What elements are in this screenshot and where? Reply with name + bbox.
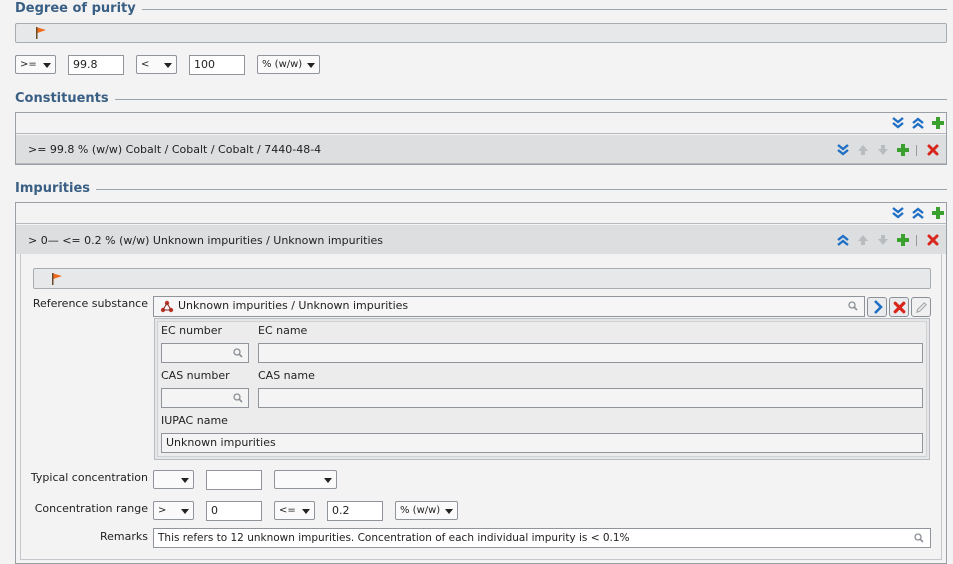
- typical-value-input[interactable]: [206, 470, 262, 490]
- ec-number-label: EC number: [161, 324, 223, 337]
- select-value: <=: [279, 505, 296, 516]
- select-value: % (w/w): [262, 59, 303, 70]
- move-down-icon[interactable]: [876, 233, 890, 247]
- constituent-summary: >= 99.8 % (w/w) Cobalt / Cobalt / Cobalt…: [28, 143, 322, 156]
- add-icon[interactable]: [896, 233, 910, 247]
- chevron-down-icon: [302, 509, 310, 514]
- iupac-name-field[interactable]: Unknown impurities: [161, 433, 923, 453]
- cas-name-label: CAS name: [258, 369, 315, 382]
- chevron-right-icon: [874, 300, 883, 314]
- select-value: <: [141, 59, 150, 70]
- delete-x-icon: [892, 300, 907, 315]
- separator: [916, 235, 917, 246]
- section-title-constituents: Constituents: [15, 91, 115, 107]
- chevron-down-icon: [43, 63, 51, 68]
- section-divider: [15, 9, 947, 10]
- typical-qualifier-select[interactable]: [153, 470, 194, 489]
- chevron-down-icon: [164, 63, 172, 68]
- range-lower-value-input[interactable]: 0: [206, 501, 262, 521]
- constituent-row[interactable]: >= 99.8 % (w/w) Cobalt / Cobalt / Cobalt…: [16, 135, 946, 164]
- delete-icon[interactable]: [926, 143, 940, 157]
- cas-number-field[interactable]: [161, 388, 249, 408]
- remarks-field[interactable]: This refers to 12 unknown impurities. Co…: [153, 528, 931, 548]
- purity-lower-qualifier-select[interactable]: >=: [15, 55, 56, 74]
- search-icon[interactable]: [233, 348, 243, 358]
- delete-icon[interactable]: [926, 233, 940, 247]
- chevron-down-icon: [324, 478, 332, 483]
- section-title-purity: Degree of purity: [15, 1, 142, 17]
- purity-upper-qualifier-select[interactable]: <: [136, 55, 177, 74]
- typical-concentration-label: Typical concentration: [30, 471, 148, 484]
- navigate-button[interactable]: [867, 297, 887, 317]
- reference-substance-value: Unknown impurities / Unknown impurities: [178, 299, 409, 312]
- purity-flag-bar[interactable]: [15, 23, 947, 43]
- flag-icon[interactable]: [34, 26, 48, 40]
- section-divider: [15, 189, 947, 190]
- move-down-icon[interactable]: [876, 143, 890, 157]
- add-icon[interactable]: [931, 206, 945, 220]
- chevron-down-icon: [445, 509, 453, 514]
- constituents-panel: >= 99.8 % (w/w) Cobalt / Cobalt / Cobalt…: [15, 112, 947, 165]
- ec-name-field[interactable]: [258, 343, 923, 363]
- constituents-toolbar: [16, 113, 946, 134]
- pencil-icon: [915, 302, 927, 314]
- impurities-toolbar: [16, 203, 946, 224]
- ec-name-label: EC name: [258, 324, 308, 337]
- molecule-icon: [160, 300, 174, 313]
- iupac-name-label: IUPAC name: [161, 414, 228, 427]
- separator: [916, 145, 917, 156]
- purity-unit-select[interactable]: % (w/w): [257, 55, 320, 74]
- move-up-icon[interactable]: [856, 233, 870, 247]
- section-divider: [15, 99, 947, 100]
- cas-name-field[interactable]: [258, 388, 923, 408]
- reference-substance-label: Reference substance: [32, 297, 148, 310]
- collapse-icon[interactable]: [836, 233, 850, 247]
- typical-unit-select[interactable]: [274, 470, 337, 489]
- select-value: >=: [20, 59, 37, 70]
- add-icon[interactable]: [931, 116, 945, 130]
- collapse-all-icon[interactable]: [911, 206, 925, 220]
- expand-all-icon[interactable]: [891, 116, 905, 130]
- reference-substance-field[interactable]: Unknown impurities / Unknown impurities: [153, 296, 865, 317]
- cas-number-label: CAS number: [161, 369, 230, 382]
- add-icon[interactable]: [896, 143, 910, 157]
- impurity-flag-bar[interactable]: [33, 268, 931, 289]
- edit-reference-button[interactable]: [911, 297, 931, 317]
- range-upper-value-input[interactable]: 0.2: [327, 501, 383, 521]
- flag-icon[interactable]: [50, 272, 64, 286]
- range-unit-select[interactable]: % (w/w): [395, 501, 458, 520]
- chevron-down-icon: [307, 63, 315, 68]
- range-lower-qualifier-select[interactable]: >: [153, 501, 194, 520]
- chevron-down-icon: [181, 509, 189, 514]
- search-icon[interactable]: [233, 393, 243, 403]
- search-icon[interactable]: [848, 301, 858, 311]
- impurity-row[interactable]: > 0— <= 0.2 % (w/w) Unknown impurities /…: [16, 225, 946, 254]
- search-icon[interactable]: [914, 533, 924, 543]
- remove-reference-button[interactable]: [889, 297, 909, 317]
- select-value: >: [158, 505, 167, 516]
- remarks-value: This refers to 12 unknown impurities. Co…: [158, 532, 630, 544]
- remarks-label: Remarks: [100, 530, 148, 543]
- purity-lower-value-input[interactable]: 99.8: [68, 55, 124, 75]
- expand-all-icon[interactable]: [891, 206, 905, 220]
- range-upper-qualifier-select[interactable]: <=: [274, 501, 315, 520]
- chevron-down-icon: [181, 478, 189, 483]
- purity-upper-value-input[interactable]: 100: [189, 55, 245, 75]
- concentration-range-label: Concentration range: [34, 502, 148, 515]
- select-value: % (w/w): [400, 505, 441, 516]
- expand-icon[interactable]: [836, 143, 850, 157]
- impurity-summary: > 0— <= 0.2 % (w/w) Unknown impurities /…: [28, 234, 384, 247]
- section-title-impurities: Impurities: [15, 181, 97, 197]
- ec-number-field[interactable]: [161, 343, 249, 363]
- move-up-icon[interactable]: [856, 143, 870, 157]
- collapse-all-icon[interactable]: [911, 116, 925, 130]
